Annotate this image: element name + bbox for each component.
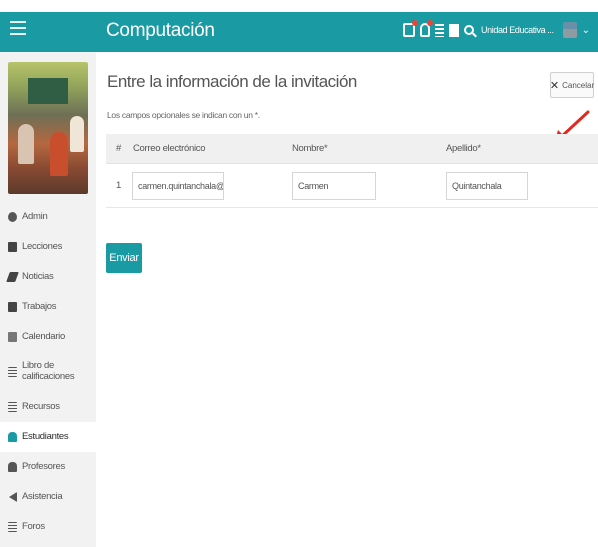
sidebar-item-lecciones[interactable]: Lecciones <box>0 232 96 262</box>
main-content: Entre la información de la invitación ✕ … <box>96 52 598 547</box>
list-icon[interactable] <box>435 23 445 37</box>
first-name-field[interactable]: Carmen <box>292 172 376 200</box>
notification-icon[interactable] <box>420 20 434 37</box>
course-title[interactable]: Computación <box>106 20 215 42</box>
gear-icon <box>8 212 17 222</box>
resources-icon <box>8 402 17 412</box>
top-icons: Unidad Educativa ... ⌄ <box>403 20 590 38</box>
gradebook-icon <box>8 367 17 377</box>
hamburger-menu-icon[interactable] <box>10 21 26 37</box>
sidebar-item-trabajos[interactable]: Trabajos <box>0 292 96 322</box>
sidebar-item-admin[interactable]: Admin <box>0 202 96 232</box>
sidebar-item-recursos[interactable]: Recursos <box>0 392 96 422</box>
page-title: Entre la información de la invitación <box>107 72 357 91</box>
last-name-field[interactable]: Quintanchala <box>446 172 528 200</box>
chevron-down-icon[interactable]: ⌄ <box>582 25 590 36</box>
search-icon[interactable] <box>464 25 475 35</box>
sidebar-item-estudiantes[interactable]: Estudiantes <box>0 422 96 452</box>
table-row: 1 carmen.quintanchala@gm... Carmen Quint… <box>106 164 598 208</box>
sidebar-item-calendario[interactable]: Calendario <box>0 322 96 352</box>
sidebar-item-foros[interactable]: Foros <box>0 512 96 542</box>
calendar-icon <box>8 332 17 342</box>
sidebar-nav: Admin Lecciones Noticias Trabajos Calend… <box>0 202 96 542</box>
close-icon: ✕ <box>549 79 560 92</box>
cancel-button[interactable]: ✕ Cancelar <box>550 72 594 98</box>
column-header-number: # <box>116 143 121 154</box>
sidebar-item-noticias[interactable]: Noticias <box>0 262 96 292</box>
column-header-email: Correo electrónico <box>133 143 206 154</box>
book-icon <box>8 242 17 252</box>
sidebar: Admin Lecciones Noticias Trabajos Calend… <box>0 52 96 547</box>
submit-button[interactable]: Enviar <box>106 243 142 273</box>
optional-fields-hint: Los campos opcionales se indican con un … <box>107 110 260 120</box>
avatar[interactable] <box>562 22 577 38</box>
pen-icon <box>6 272 19 282</box>
email-field[interactable]: carmen.quintanchala@gm... <box>132 172 224 200</box>
school-name[interactable]: Unidad Educativa ... <box>481 25 554 35</box>
edit-icon <box>8 302 17 312</box>
document-icon[interactable] <box>449 23 460 37</box>
student-icon <box>8 432 17 442</box>
attendance-icon <box>8 492 17 502</box>
sidebar-item-profesores[interactable]: Profesores <box>0 452 96 482</box>
mail-icon[interactable] <box>403 20 419 37</box>
forum-icon <box>8 522 17 532</box>
table-header: # Correo electrónico Nombre* Apellido* <box>106 134 598 164</box>
row-number: 1 <box>116 180 122 191</box>
sidebar-item-asistencia[interactable]: Asistencia <box>0 482 96 512</box>
teacher-icon <box>8 462 17 472</box>
column-header-last-name: Apellido* <box>446 143 481 154</box>
cancel-label: Cancelar <box>562 80 595 90</box>
top-bar: Computación Unidad Educativa ... ⌄ <box>0 12 598 52</box>
sidebar-item-libro-de-calificaciones[interactable]: Libro de calificaciones <box>0 352 96 392</box>
course-image <box>8 62 88 194</box>
column-header-first-name: Nombre* <box>292 143 328 154</box>
